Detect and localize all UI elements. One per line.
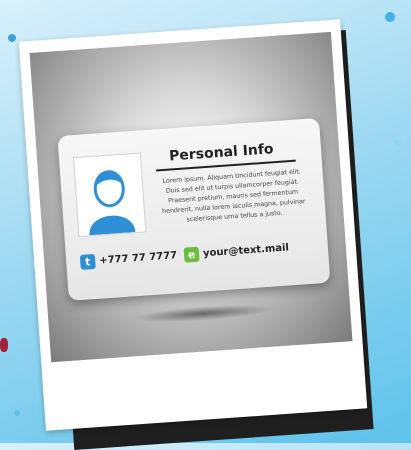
photo-image-area: Personal Info Lorem ipsum. Aliquam tinci…	[29, 31, 353, 363]
person-avatar-icon	[89, 170, 136, 236]
email-contact: e your@text.mail	[183, 237, 289, 264]
polaroid-photo: Personal Info Lorem ipsum. Aliquam tinci…	[18, 19, 368, 431]
phone-contact: t +777 77 7777	[79, 245, 178, 272]
decor-dot	[395, 140, 401, 146]
card-floor-shadow	[132, 301, 274, 326]
decor-dot	[385, 12, 395, 22]
card-title: Personal Info	[168, 141, 275, 165]
personal-info-card: Personal Info Lorem ipsum. Aliquam tinci…	[57, 117, 331, 301]
email-address: your@text.mail	[202, 241, 290, 259]
tumblr-icon: t	[79, 253, 96, 270]
email-icon: e	[183, 246, 200, 263]
avatar	[72, 152, 147, 238]
decor-dot	[0, 338, 8, 352]
phone-number: +777 77 7777	[98, 249, 178, 267]
decor-dot	[14, 410, 20, 416]
card-body-text: Lorem ipsum. Aliquam tincidunt feugiat e…	[161, 168, 306, 224]
decor-dot	[8, 34, 16, 42]
